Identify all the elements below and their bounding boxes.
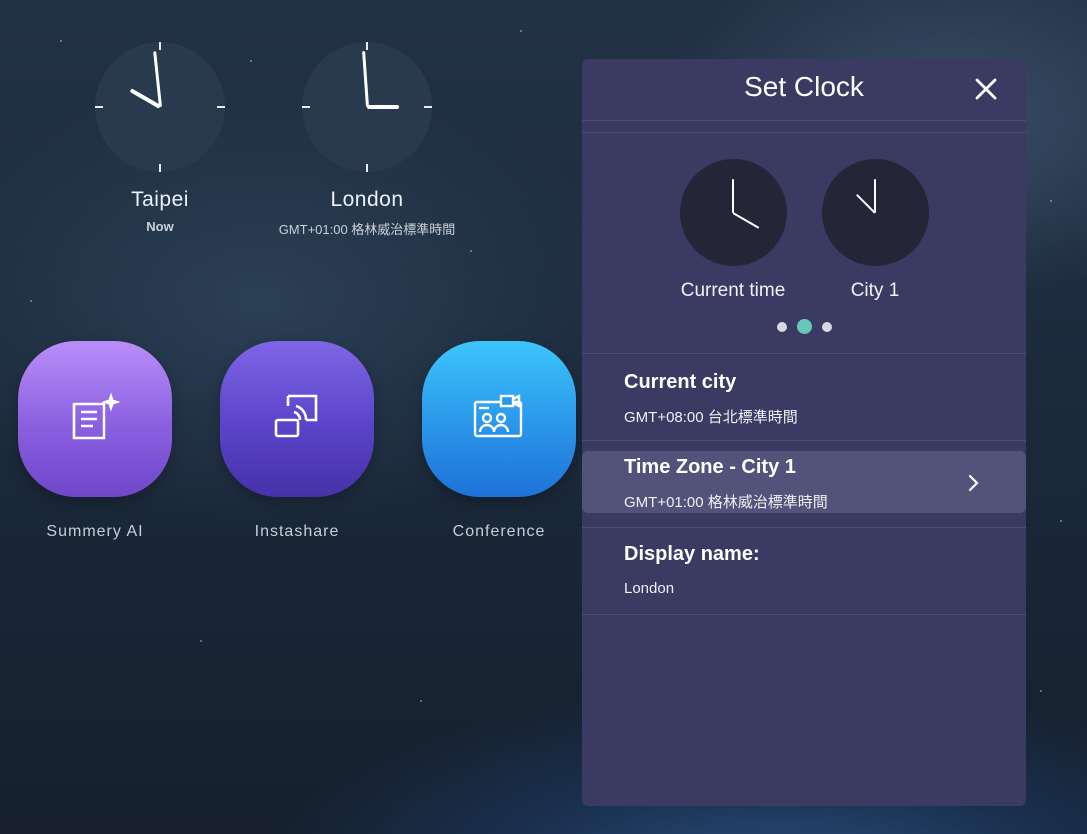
clock-city-label: London	[330, 188, 404, 211]
app-icon-tile[interactable]	[220, 341, 374, 497]
minute-hand	[732, 178, 734, 213]
close-button[interactable]	[972, 75, 1000, 103]
app-label: Summery AI	[46, 523, 144, 540]
clock-face	[821, 159, 929, 266]
app-summery-ai[interactable]: Summery AI	[15, 341, 175, 541]
app-label: Instashare	[254, 523, 340, 540]
hour-hand	[367, 105, 399, 109]
setting-title: Time Zone - City 1	[624, 456, 796, 478]
current-city-row: Current city GMT+08:00 台北標準時間	[582, 354, 1026, 441]
world-clock-london[interactable]: London GMT+01:00 格林威治標準時間	[277, 42, 457, 238]
display-name-value[interactable]: London	[624, 580, 984, 597]
minute-hand	[152, 51, 162, 108]
setting-title: Display name:	[624, 543, 760, 565]
page-indicator	[582, 319, 1026, 334]
chevron-right-icon	[968, 474, 979, 492]
setting-title: Current city	[624, 371, 737, 393]
clock-face	[302, 42, 432, 172]
clock-subtitle: Now	[146, 219, 174, 234]
summary-ai-icon	[68, 391, 122, 447]
world-clock-taipei[interactable]: Taipei Now	[70, 42, 250, 234]
clock-subtitle: GMT+01:00 格林威治標準時間	[278, 222, 456, 237]
page-dot[interactable]	[776, 321, 787, 332]
app-icon-tile[interactable]	[422, 341, 576, 497]
close-icon	[975, 78, 997, 100]
mini-clock-label: Current time	[680, 280, 786, 301]
clock-face	[95, 42, 225, 172]
set-clock-panel: Set Clock Current time City 1 Current ci…	[582, 59, 1026, 806]
mini-clock-current-time[interactable]: Current time	[663, 159, 803, 302]
clock-face	[679, 159, 787, 266]
display-name-row[interactable]: Display name: London	[582, 528, 1026, 615]
hour-hand	[855, 193, 876, 214]
app-label: Conference	[452, 523, 546, 540]
app-instashare[interactable]: Instashare	[217, 341, 377, 541]
panel-title: Set Clock	[744, 71, 864, 102]
minute-hand	[361, 51, 369, 108]
minute-hand	[874, 178, 876, 213]
mini-clock-label: City 1	[850, 280, 900, 301]
time-zone-row[interactable]: Time Zone - City 1 GMT+01:00 格林威治標準時間	[582, 441, 1026, 528]
clock-carousel[interactable]: Current time City 1	[582, 133, 1026, 354]
clock-city-label: Taipei	[131, 188, 189, 211]
hour-hand	[129, 88, 161, 109]
app-icon-tile[interactable]	[18, 341, 172, 497]
setting-value: GMT+08:00 台北標準時間	[624, 409, 798, 426]
setting-value: GMT+01:00 格林威治標準時間	[624, 494, 828, 511]
mini-clock-city-1[interactable]: City 1	[805, 159, 945, 302]
page-dot[interactable]	[821, 321, 832, 332]
app-conference[interactable]: Conference	[419, 341, 579, 541]
panel-header: Set Clock	[582, 59, 1026, 121]
hour-hand	[732, 211, 760, 229]
conference-icon	[471, 393, 527, 445]
page-dot-active[interactable]	[796, 319, 812, 334]
instashare-icon	[270, 390, 324, 449]
